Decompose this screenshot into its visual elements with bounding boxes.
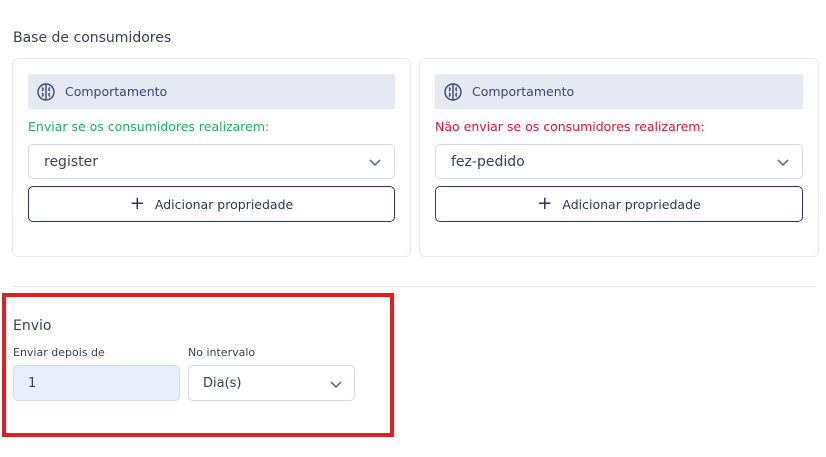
include-event-value: register [44,153,98,170]
include-rule-label: Enviar se os consumidores realizarem: [28,119,270,134]
include-behavior-card: Comportamento Enviar se os consumidores … [12,58,411,257]
plus-icon: + [537,193,553,214]
interval-label: No intervalo [188,346,256,359]
include-event-select[interactable]: register [28,144,395,179]
exclude-event-select[interactable]: fez-pedido [435,144,803,179]
behavior-header-label: Comportamento [65,84,168,99]
interval-value: Dia(s) [203,375,242,391]
exclude-event-value: fez-pedido [451,153,525,170]
add-property-label: Adicionar propriedade [154,196,294,212]
plus-icon: + [129,193,145,214]
brain-icon [36,82,56,102]
interval-select[interactable]: Dia(s) [188,365,355,401]
chevron-down-icon [777,159,789,167]
add-property-button[interactable]: + Adicionar propriedade [435,186,803,222]
chevron-down-icon [330,381,342,389]
behavior-header-label: Comportamento [472,84,575,99]
exclude-rule-label: Não enviar se os consumidores realizarem… [435,119,705,134]
section-title: Base de consumidores [13,30,172,46]
delay-input[interactable]: 1 [13,365,180,401]
envio-title: Envio [13,318,52,334]
exclude-behavior-card: Comportamento Não enviar se os consumido… [419,58,819,257]
behavior-header: Comportamento [435,74,803,109]
add-property-button[interactable]: + Adicionar propriedade [28,186,395,222]
delay-value: 1 [28,375,37,391]
section-divider [12,286,816,287]
add-property-label: Adicionar propriedade [562,196,701,212]
behavior-header: Comportamento [28,74,395,109]
chevron-down-icon [369,159,381,167]
brain-icon [443,82,463,102]
delay-label: Enviar depois de [13,346,105,359]
